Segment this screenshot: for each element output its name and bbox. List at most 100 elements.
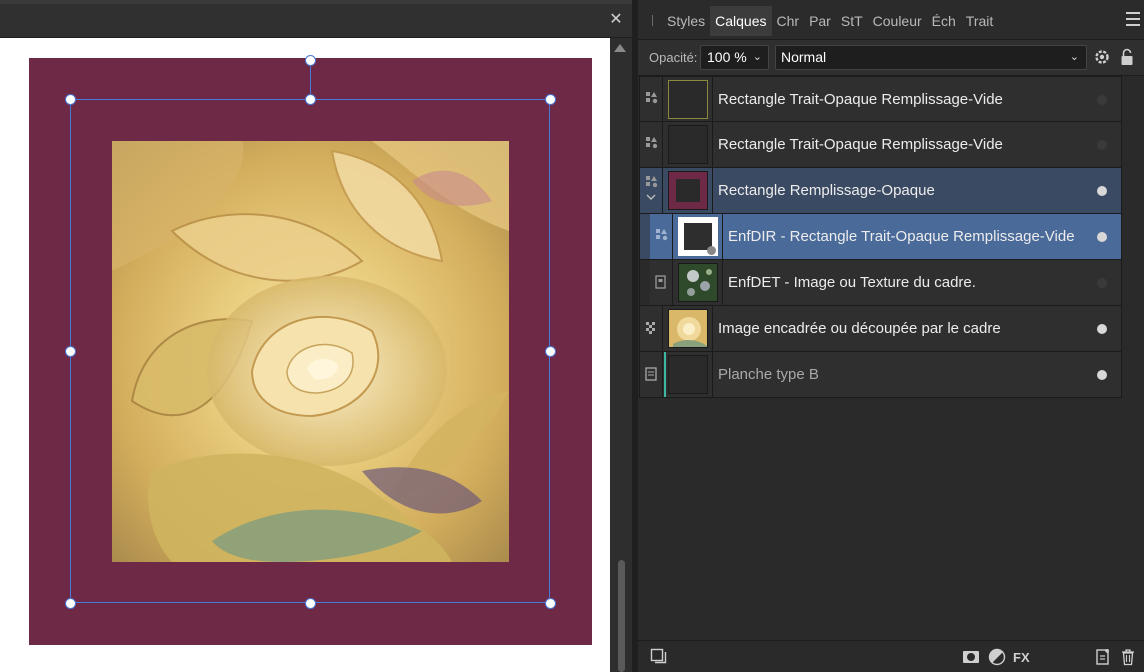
layer-name: Rectangle Trait-Opaque Remplissage-Vide — [718, 91, 1003, 108]
vertical-scrollbar[interactable] — [610, 38, 632, 672]
row-divider — [662, 352, 663, 397]
visibility-dot-icon[interactable] — [1097, 186, 1107, 196]
layer-thumbnail — [668, 125, 708, 164]
panel-tab-bar: Styles Calques Chr Par StT Couleur Éch T… — [638, 0, 1144, 40]
layer-row[interactable]: Planche type B — [639, 352, 1122, 398]
chevron-down-icon: ⌄ — [752, 51, 762, 63]
gear-icon[interactable] — [1093, 48, 1111, 66]
layer-thumbnail — [678, 263, 718, 302]
artboard-icon — [645, 367, 657, 381]
layer-list: Rectangle Trait-Opaque Remplissage-Vide … — [639, 76, 1122, 398]
tab-grip-separator — [652, 15, 653, 26]
resize-handle-bottom-left[interactable] — [65, 598, 76, 609]
shape-icon — [656, 229, 668, 241]
layer-properties-bar: Opacité: 100 % ⌄ Normal ⌄ — [638, 40, 1144, 76]
visibility-dot-icon[interactable] — [1097, 324, 1107, 334]
child-indent — [640, 214, 650, 259]
row-divider — [662, 168, 663, 213]
visibility-dot-icon[interactable] — [1097, 370, 1107, 380]
document-tab-grip — [0, 0, 632, 4]
row-divider — [712, 122, 713, 167]
layer-name: Rectangle Trait-Opaque Remplissage-Vide — [718, 136, 1003, 153]
resize-handle-top[interactable] — [305, 94, 316, 105]
chevron-down-icon: ⌄ — [1069, 51, 1079, 63]
child-indent — [640, 260, 650, 305]
layer-row[interactable]: Rectangle Trait-Opaque Remplissage-Vide — [639, 76, 1122, 122]
layer-row[interactable]: Rectangle Trait-Opaque Remplissage-Vide — [639, 122, 1122, 168]
visibility-dot-icon[interactable] — [1097, 140, 1107, 150]
opacity-dropdown[interactable]: 100 % ⌄ — [700, 45, 769, 70]
layer-name: EnfDET - Image ou Texture du cadre. — [728, 274, 976, 291]
panel-menu-icon[interactable] — [1126, 12, 1140, 28]
row-divider — [662, 77, 663, 122]
lock-icon[interactable] — [1120, 48, 1134, 66]
pixel-icon — [646, 322, 655, 334]
visibility-dot-icon[interactable] — [1097, 278, 1107, 288]
image-icon — [655, 275, 666, 289]
layer-name: EnfDIR - Rectangle Trait-Opaque Rempliss… — [728, 228, 1075, 245]
row-divider — [672, 214, 673, 259]
shape-icon — [646, 137, 658, 149]
resize-handle-bottom-right[interactable] — [545, 598, 556, 609]
layer-thumbnail — [668, 171, 708, 210]
rotation-handle[interactable] — [305, 55, 316, 66]
app-window: ✕ Styles Calques Chr Par StT Couleur Éch… — [0, 0, 1144, 672]
row-divider — [712, 77, 713, 122]
tab-chr[interactable]: Chr — [772, 6, 805, 36]
blend-mode-dropdown[interactable]: Normal ⌄ — [775, 45, 1087, 70]
layer-thumbnail — [668, 309, 708, 348]
row-divider — [722, 214, 723, 259]
tab-par[interactable]: Par — [804, 6, 836, 36]
document-canvas[interactable] — [0, 38, 610, 672]
layer-row-selected[interactable]: EnfDIR - Rectangle Trait-Opaque Rempliss… — [639, 214, 1122, 260]
resize-handle-top-right[interactable] — [545, 94, 556, 105]
row-divider — [712, 352, 713, 397]
selection-bounding-box — [70, 99, 550, 603]
scroll-up-arrow-icon[interactable] — [614, 44, 626, 52]
thumbnail-inner — [676, 179, 700, 202]
row-divider — [662, 306, 663, 351]
layer-name: Planche type B — [718, 366, 819, 383]
resize-handle-top-left[interactable] — [65, 94, 76, 105]
visibility-dot-icon[interactable] — [1097, 232, 1107, 242]
tab-ech[interactable]: Éch — [927, 6, 961, 36]
resize-handle-bottom[interactable] — [305, 598, 316, 609]
document-tab-bar: ✕ — [0, 0, 632, 38]
add-layer-icon[interactable] — [1094, 648, 1112, 666]
layers-panel: Styles Calques Chr Par StT Couleur Éch T… — [632, 0, 1144, 672]
resize-handle-right[interactable] — [545, 346, 556, 357]
panel-tabs: Styles Calques Chr Par StT Couleur Éch T… — [662, 6, 998, 36]
adjustment-icon[interactable] — [988, 648, 1006, 666]
texture-thumbnail — [679, 264, 717, 301]
arrange-layers-icon[interactable] — [650, 648, 668, 666]
layer-name: Image encadrée ou découpée par le cadre — [718, 320, 1001, 337]
blend-mode-value: Normal — [781, 49, 827, 65]
trash-icon[interactable] — [1119, 648, 1137, 666]
tab-styles[interactable]: Styles — [662, 6, 710, 36]
layer-row[interactable]: EnfDET - Image ou Texture du cadre. — [639, 260, 1122, 306]
row-divider — [712, 306, 713, 351]
resize-handle-left[interactable] — [65, 346, 76, 357]
artboard-marker — [664, 352, 666, 397]
thumbnail-badge — [707, 246, 716, 255]
layer-row-selected[interactable]: Rectangle Remplissage-Opaque — [639, 168, 1122, 214]
mask-icon[interactable] — [962, 648, 980, 666]
shape-icon — [646, 92, 658, 104]
row-divider — [722, 260, 723, 305]
row-divider — [712, 168, 713, 213]
layer-row[interactable]: Image encadrée ou découpée par le cadre — [639, 306, 1122, 352]
fx-icon[interactable]: FX — [1012, 648, 1030, 666]
tab-stt[interactable]: StT — [836, 6, 868, 36]
layer-name: Rectangle Remplissage-Opaque — [718, 182, 935, 199]
opacity-label: Opacité: — [649, 50, 698, 65]
visibility-dot-icon[interactable] — [1097, 95, 1107, 105]
layers-panel-toolbar: FX — [638, 640, 1144, 672]
layer-thumbnail — [668, 355, 708, 394]
close-document-button[interactable]: ✕ — [605, 9, 627, 31]
tab-couleur[interactable]: Couleur — [868, 6, 927, 36]
tab-calques[interactable]: Calques — [710, 6, 772, 36]
svg-text:FX: FX — [1013, 650, 1030, 665]
tab-trait[interactable]: Trait — [961, 6, 998, 36]
row-divider — [672, 260, 673, 305]
scrollbar-thumb[interactable] — [618, 560, 625, 672]
